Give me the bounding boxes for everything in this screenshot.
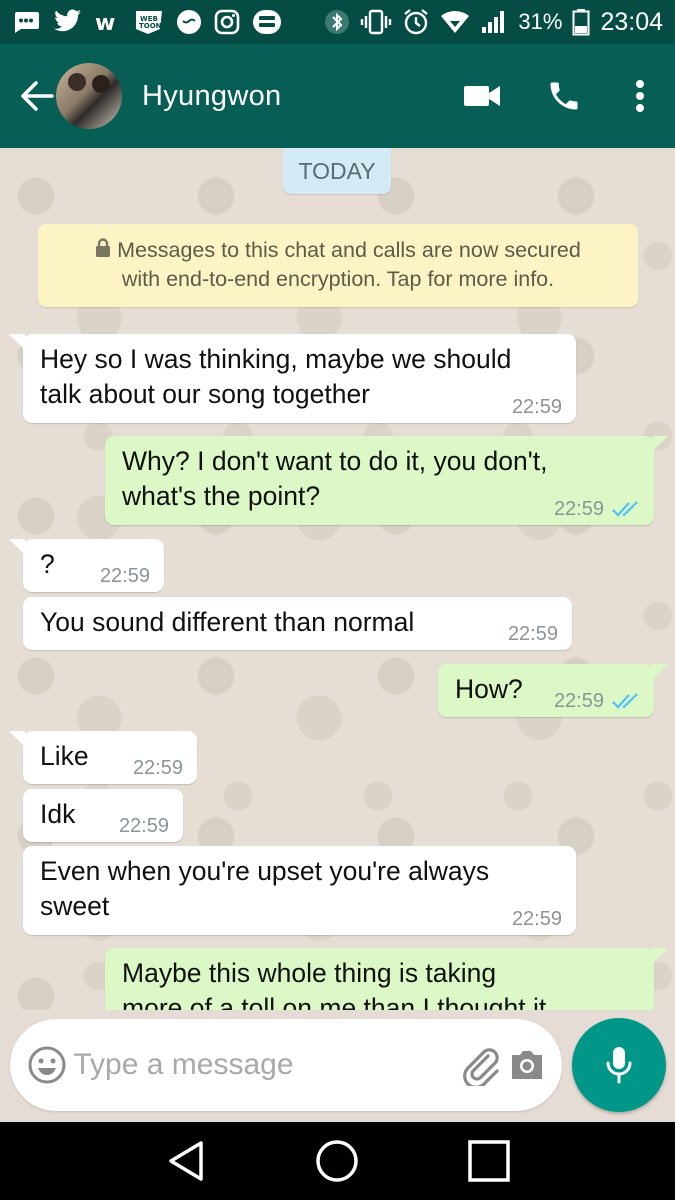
lock-icon — [96, 238, 111, 257]
incoming-message[interactable]: ? 22:59 — [9, 539, 164, 592]
chat-header: Hyungwon — [0, 44, 675, 148]
battery-icon — [572, 8, 590, 36]
message-time: 22:59 — [132, 757, 183, 779]
chat-bubble-icon — [176, 9, 202, 35]
nav-recents-button[interactable] — [459, 1131, 519, 1191]
message-input[interactable] — [73, 1048, 460, 1082]
clock: 23:04 — [600, 7, 663, 36]
video-call-button[interactable] — [441, 61, 523, 131]
nav-home-icon — [316, 1140, 359, 1182]
message-text: Hey so I was thinking, maybe we should — [40, 344, 512, 374]
message-text: Maybe this whole thing is taking — [122, 958, 497, 988]
svg-text:w: w — [95, 11, 115, 34]
message-time: 22:59 — [511, 908, 562, 930]
message-text: more of a toll on me than I thought it — [122, 993, 547, 1010]
video-call-icon — [464, 86, 500, 106]
message-text: You sound different than normal — [40, 607, 415, 637]
message-text: Even when you're upset you're always — [40, 856, 490, 886]
webtoon-icon: WEB TOON — [134, 8, 164, 36]
contact-name[interactable]: Hyungwon — [142, 80, 281, 113]
message-meta: 22:59 — [512, 397, 562, 417]
message-time: 22:59 — [99, 565, 150, 587]
outgoing-message[interactable]: Maybe this whole thing is taking more of… — [105, 948, 668, 1010]
message-meta: 22:59 — [133, 758, 183, 778]
message-text: Why? I don't want to do it, you don't, — [122, 446, 548, 476]
microphone-icon — [606, 1047, 632, 1084]
paperclip-icon — [462, 1048, 499, 1086]
incoming-message[interactable]: Idk 22:59 — [23, 789, 183, 842]
outgoing-message[interactable]: Why? I don't want to do it, you don't, w… — [105, 436, 668, 525]
message-meta: 22:59 — [100, 566, 150, 586]
message-time: 22:59 — [507, 623, 558, 645]
app-icon — [252, 8, 282, 36]
encryption-notice[interactable]: Messages to this chat and calls are now … — [38, 224, 638, 307]
chat-area[interactable]: TODAY Messages to this chat and calls ar… — [0, 148, 675, 1010]
notification-icons: w WEB TOON — [12, 8, 282, 36]
message-meta: 22:59 — [508, 624, 558, 644]
vibrate-icon — [360, 9, 392, 35]
message-composer — [10, 1019, 562, 1111]
signal-icon — [480, 9, 508, 35]
header-actions — [441, 61, 675, 131]
nav-back-icon — [169, 1141, 203, 1181]
emoji-button[interactable] — [22, 1030, 71, 1100]
message-text: sweet — [40, 891, 110, 921]
message-time: 22:59 — [553, 690, 604, 712]
read-receipt-icon — [612, 692, 640, 710]
attach-button[interactable] — [459, 1030, 501, 1100]
nav-home-button[interactable] — [307, 1131, 367, 1191]
nav-recents-icon — [468, 1140, 510, 1182]
message-meta: 22:59 — [512, 909, 562, 929]
voice-call-button[interactable] — [523, 61, 605, 131]
more-vert-icon — [636, 80, 644, 112]
incoming-message[interactable]: Like 22:59 — [9, 731, 197, 784]
encryption-notice-line: with end-to-end encryption. Tap for more… — [121, 267, 555, 291]
voice-message-button[interactable] — [572, 1018, 666, 1112]
twitter-icon — [52, 9, 82, 35]
nav-back-button[interactable] — [156, 1131, 216, 1191]
encryption-notice-line: Messages to this chat and calls are now … — [38, 236, 638, 265]
incoming-message[interactable]: Hey so I was thinking, maybe we should t… — [9, 334, 576, 423]
message-time: 22:59 — [118, 815, 169, 837]
message-time: 22:59 — [511, 396, 562, 418]
date-chip: TODAY — [283, 148, 391, 194]
message-meta: 22:59 — [119, 816, 169, 836]
webtoon-w-icon: w — [94, 10, 122, 34]
camera-button[interactable] — [506, 1030, 548, 1100]
system-navigation-bar — [0, 1122, 675, 1200]
system-status: 31% 23:04 — [324, 8, 663, 37]
avatar[interactable] — [56, 63, 122, 129]
message-time: 22:59 — [553, 498, 604, 520]
alarm-icon — [402, 8, 430, 36]
message-meta: 22:59 — [554, 691, 640, 711]
incoming-message[interactable]: You sound different than normal 22:59 — [23, 597, 572, 650]
sms-icon — [12, 10, 40, 34]
back-button[interactable] — [12, 66, 62, 126]
outgoing-message[interactable]: How? 22:59 — [438, 664, 668, 717]
battery-percent: 31% — [518, 9, 563, 34]
message-text: talk about our song together — [40, 379, 371, 409]
read-receipt-icon — [612, 500, 640, 518]
message-meta: 22:59 — [554, 499, 640, 519]
phone-icon — [550, 82, 578, 110]
emoji-icon — [28, 1046, 66, 1084]
status-bar: w WEB TOON 31% 23:04 — [0, 0, 675, 44]
back-arrow-icon — [21, 81, 54, 111]
bluetooth-icon — [324, 8, 350, 36]
instagram-icon — [214, 9, 240, 35]
incoming-message[interactable]: Even when you're upset you're always swe… — [23, 846, 576, 935]
camera-icon — [511, 1051, 542, 1079]
svg-text:TOON: TOON — [139, 22, 162, 30]
wifi-icon — [440, 9, 470, 35]
more-options-button[interactable] — [605, 61, 675, 131]
